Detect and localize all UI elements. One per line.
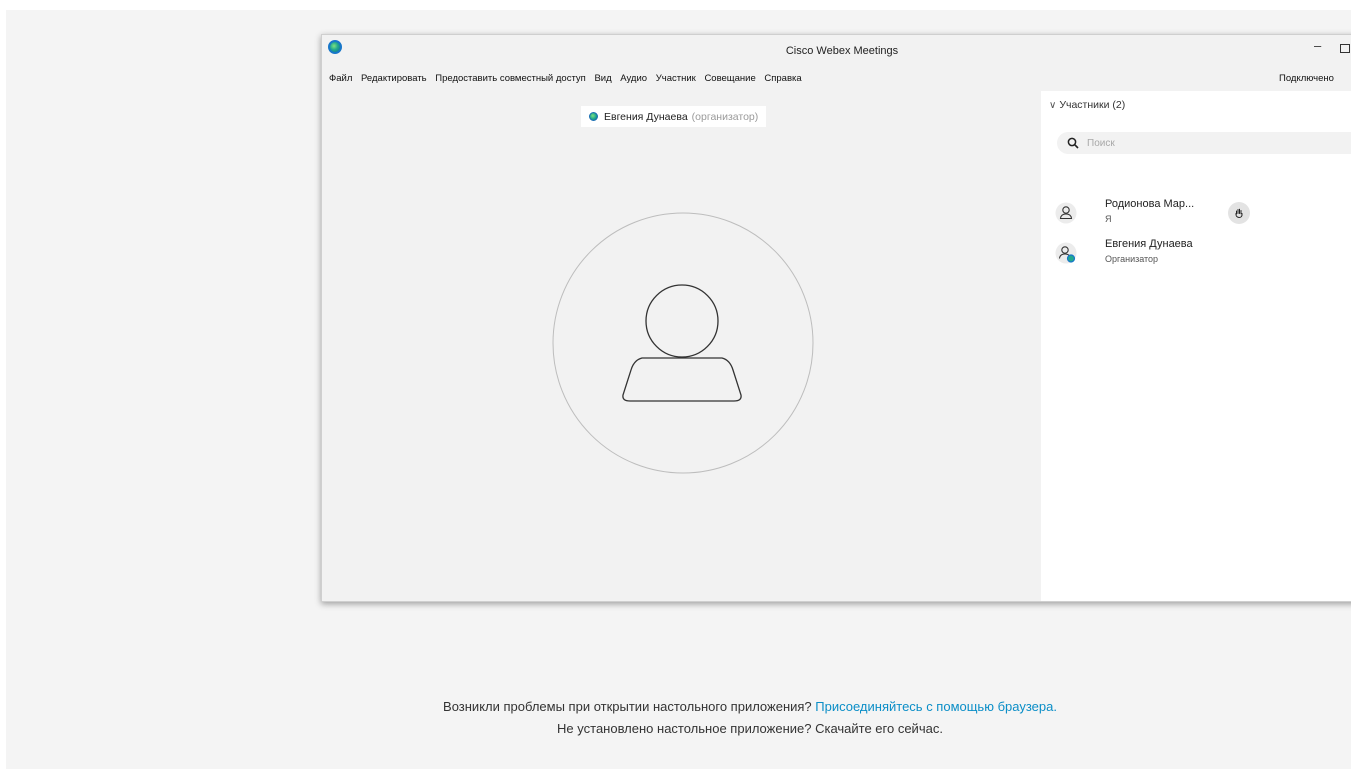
participants-panel: ∨Участники (2) Родионова Мар... Я [1041, 91, 1351, 601]
host-status-icon [589, 112, 598, 121]
participant-name: Родионова Мар... [1105, 198, 1195, 210]
title-bar: Cisco Webex Meetings – [322, 35, 1351, 65]
menu-bar: Файл Редактировать Предоставить совместн… [322, 65, 1351, 89]
participant-subtitle: Организатор [1105, 254, 1159, 264]
help-text-line2[interactable]: Не установлено настольное приложение? Ск… [400, 721, 1100, 736]
search-icon [1067, 137, 1079, 149]
raise-hand-button[interactable] [1228, 202, 1250, 224]
speaker-name: Евгения Дунаева [604, 110, 688, 123]
participants-header[interactable]: ∨ Участники (2) [1049, 99, 1125, 111]
speaker-role: (организатор) [691, 110, 759, 123]
menu-meeting[interactable]: Совещание [704, 73, 755, 84]
help-question: Возникли проблемы при открытии настольно… [443, 699, 812, 714]
participant-avatar-icon [552, 212, 814, 474]
window-title: Cisco Webex Meetings [785, 45, 899, 57]
connection-status: Подключено [1279, 73, 1334, 84]
menu-audio[interactable]: Аудио [620, 73, 647, 84]
person-icon [1055, 202, 1077, 224]
join-browser-link[interactable]: Присоединяйтесь с помощью браузера. [815, 699, 1057, 714]
participants-header-label: Участники (2) [1059, 99, 1126, 111]
search-input[interactable] [1085, 136, 1289, 150]
menu-participant[interactable]: Участник [656, 73, 696, 84]
maximize-button[interactable] [1340, 44, 1350, 53]
participant-row[interactable]: Родионова Мар... Я [1055, 198, 1351, 232]
menu-help[interactable]: Справка [764, 73, 801, 84]
participant-subtitle: Я [1105, 214, 1112, 224]
menu-view[interactable]: Вид [594, 73, 611, 84]
menu-share[interactable]: Предоставить совместный доступ [435, 73, 586, 84]
video-area: Евгения Дунаева (организатор) [322, 91, 1041, 601]
webex-app-window: Cisco Webex Meetings – Файл Редактироват… [321, 34, 1351, 602]
minimize-button[interactable]: – [1314, 38, 1321, 53]
active-speaker-tag: Евгения Дунаева (организатор) [581, 106, 767, 127]
chevron-down-icon: ∨ [1049, 100, 1057, 111]
participant-name: Евгения Дунаева [1105, 238, 1193, 250]
help-text-line1: Возникли проблемы при открытии настольно… [400, 699, 1100, 714]
host-person-icon [1055, 242, 1077, 264]
menu-file[interactable]: Файл [329, 73, 352, 84]
participant-row[interactable]: Евгения Дунаева Организатор [1055, 238, 1351, 272]
participant-search[interactable] [1057, 132, 1351, 154]
menu-edit[interactable]: Редактировать [361, 73, 427, 84]
hand-icon [1235, 208, 1243, 219]
